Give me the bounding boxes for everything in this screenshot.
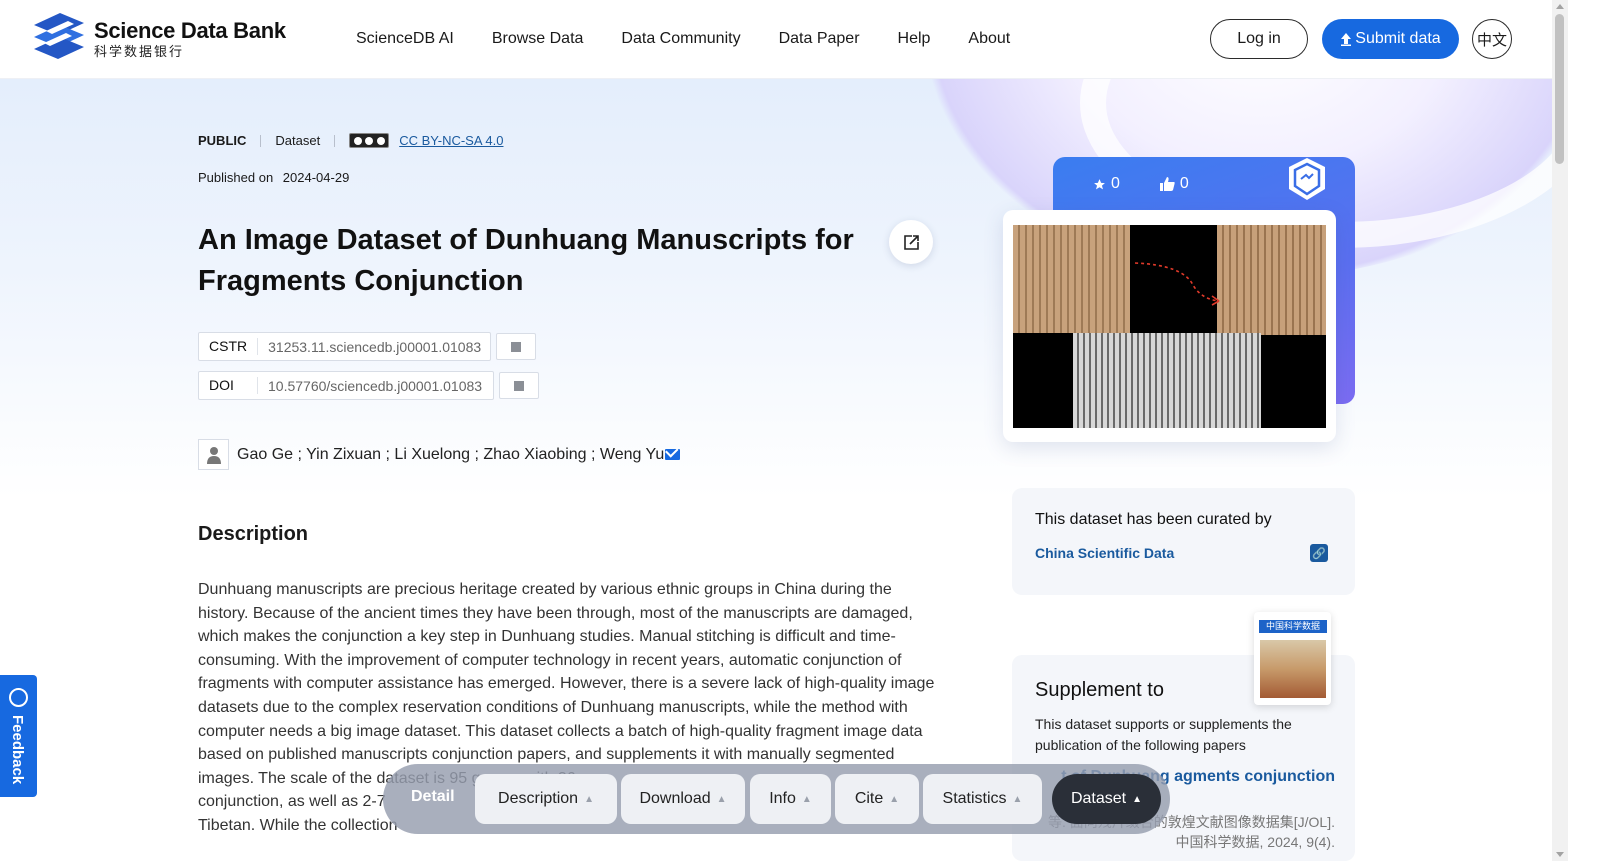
nav-data-community[interactable]: Data Community — [621, 30, 740, 48]
submit-data-button[interactable]: Submit data — [1322, 19, 1459, 59]
chevron-up-icon: ▲ — [1012, 793, 1023, 805]
nav-about[interactable]: About — [968, 30, 1010, 48]
tab-label: Info — [769, 790, 796, 807]
nav-sciencedb-ai[interactable]: ScienceDB AI — [356, 30, 454, 48]
tab-label: Cite — [854, 790, 884, 807]
verified-shield-icon — [1289, 158, 1325, 200]
nav-data-paper[interactable]: Data Paper — [779, 30, 860, 48]
email-icon[interactable] — [665, 449, 681, 460]
nav-browse-data[interactable]: Browse Data — [492, 30, 584, 48]
scroll-up-icon[interactable] — [1556, 4, 1564, 9]
resource-type: Dataset — [275, 133, 321, 148]
dataset-preview-image[interactable] — [1013, 225, 1326, 428]
copy-icon — [511, 377, 524, 391]
person-icon — [198, 439, 229, 470]
upload-icon — [1341, 32, 1352, 46]
submit-data-label: Submit data — [1355, 30, 1441, 47]
section-tab-bar: Detail Description ▲ Download ▲ Info ▲ Cite… — [383, 764, 1170, 834]
tab-label: Dataset — [1070, 790, 1127, 807]
chevron-up-icon: ▲ — [889, 793, 900, 805]
dataset-title: An Image Dataset of Dunhuang Manuscripts… — [198, 224, 854, 297]
published-date: Published on 2024-04-29 — [198, 170, 349, 185]
journal-title: 中国科学数据 — [1259, 620, 1327, 633]
chevron-up-icon: ▲ — [584, 793, 594, 805]
tab-description[interactable]: Description ▲ — [475, 774, 617, 824]
language-toggle[interactable]: 中文 — [1472, 19, 1512, 59]
curator-link[interactable]: China Scientific Data — [1035, 545, 1174, 561]
published-label: Published on — [198, 170, 274, 185]
favorites-stat[interactable]: 0 — [1093, 175, 1120, 193]
description-line: conjunction, as well as 2-7 — [198, 793, 386, 811]
tab-label: Statistics — [942, 790, 1007, 807]
divider — [260, 134, 262, 147]
supplement-description: This dataset supports or supplements the… — [1035, 716, 1292, 753]
chevron-up-icon: ▲ — [801, 793, 812, 805]
description-body: Dunhuang manuscripts are precious herita… — [198, 581, 935, 787]
science-data-bank-logo-icon — [34, 13, 84, 59]
published-value: 2024-04-29 — [282, 170, 350, 185]
divider — [334, 134, 336, 147]
chevron-up-icon: ▲ — [1132, 793, 1143, 805]
scrollbar-thumb[interactable] — [1555, 14, 1564, 164]
curated-by-text: This dataset has been curated by — [1035, 511, 1272, 528]
dataset-meta: PUBLIC Dataset CC BY-NC-SA 4.0 — [198, 133, 503, 148]
tab-info[interactable]: Info ▲ — [750, 774, 831, 824]
tab-statistics[interactable]: Statistics ▲ — [923, 774, 1042, 824]
logo[interactable]: Science Data Bank 科学数据银行 — [30, 11, 286, 67]
authors-list[interactable]: Gao Ge ; Yin Zixuan ; Li Xuelong ; Zhao … — [237, 446, 664, 464]
conjunction-arrow-icon — [1134, 262, 1220, 306]
doi-label: DOI — [199, 377, 258, 394]
cstr-value[interactable]: 31253.11.sciencedb.j00001.01083 — [258, 339, 491, 355]
cstr-field: CSTR 31253.11.sciencedb.j00001.01083 — [198, 332, 491, 361]
login-button[interactable]: Log in — [1210, 19, 1308, 59]
detail-label[interactable]: Detail — [411, 788, 455, 806]
tab-label: Description — [498, 790, 579, 807]
chevron-up-icon: ▲ — [716, 793, 727, 805]
brand-title: Science Data Bank — [94, 18, 286, 43]
star-icon — [1094, 178, 1105, 189]
journal-cover[interactable]: 中国科学数据 — [1254, 612, 1331, 705]
nav-help[interactable]: Help — [898, 30, 931, 48]
dataset-stats: 0 0 — [1093, 175, 1189, 193]
supplement-heading: Supplement to — [1035, 679, 1164, 701]
main-nav: ScienceDB AI Browse Data Data Community … — [356, 0, 1048, 78]
description-line: Tibetan. While the collection — [198, 816, 398, 834]
doi-field: DOI 10.57760/sciencedb.j00001.01083 — [198, 371, 494, 400]
journal-cover-image — [1260, 640, 1326, 698]
likes-stat[interactable]: 0 — [1159, 175, 1189, 193]
copy-icon — [508, 338, 521, 352]
likes-count: 0 — [1179, 175, 1189, 192]
tab-download[interactable]: Download ▲ — [621, 774, 745, 824]
page-scrollbar[interactable] — [1552, 0, 1568, 861]
curated-by-panel: This dataset has been curated by China S… — [1012, 488, 1355, 595]
brand-subtitle: 科学数据银行 — [94, 44, 185, 59]
feedback-icon — [9, 688, 28, 707]
share-button[interactable] — [889, 220, 933, 264]
tab-cite[interactable]: Cite ▲ — [835, 774, 919, 824]
feedback-label: Feedback — [9, 715, 26, 785]
tab-label: Download — [639, 790, 711, 807]
copy-cstr-button[interactable] — [496, 333, 536, 360]
favorites-count: 0 — [1111, 175, 1120, 192]
description-heading: Description — [198, 523, 309, 545]
thumbs-up-icon — [1159, 177, 1175, 191]
copy-doi-button[interactable] — [499, 372, 539, 399]
tab-dataset[interactable]: Dataset ▲ — [1052, 774, 1161, 824]
feedback-button[interactable]: Feedback — [0, 675, 37, 797]
top-header: Science Data Bank 科学数据银行 ScienceDB AI Br… — [0, 0, 1552, 78]
authors-row: Gao Ge ; Yin Zixuan ; Li Xuelong ; Zhao … — [198, 439, 681, 470]
external-link-icon — [903, 234, 919, 250]
doi-value[interactable]: 10.57760/sciencedb.j00001.01083 — [258, 378, 492, 394]
link-icon[interactable]: 🔗 — [1310, 544, 1328, 562]
access-badge: PUBLIC — [198, 133, 247, 148]
scroll-down-icon[interactable] — [1556, 852, 1564, 857]
cstr-label: CSTR — [199, 338, 259, 355]
license-link[interactable]: CC BY-NC-SA 4.0 — [399, 133, 503, 148]
cc-license-icon — [349, 133, 390, 148]
